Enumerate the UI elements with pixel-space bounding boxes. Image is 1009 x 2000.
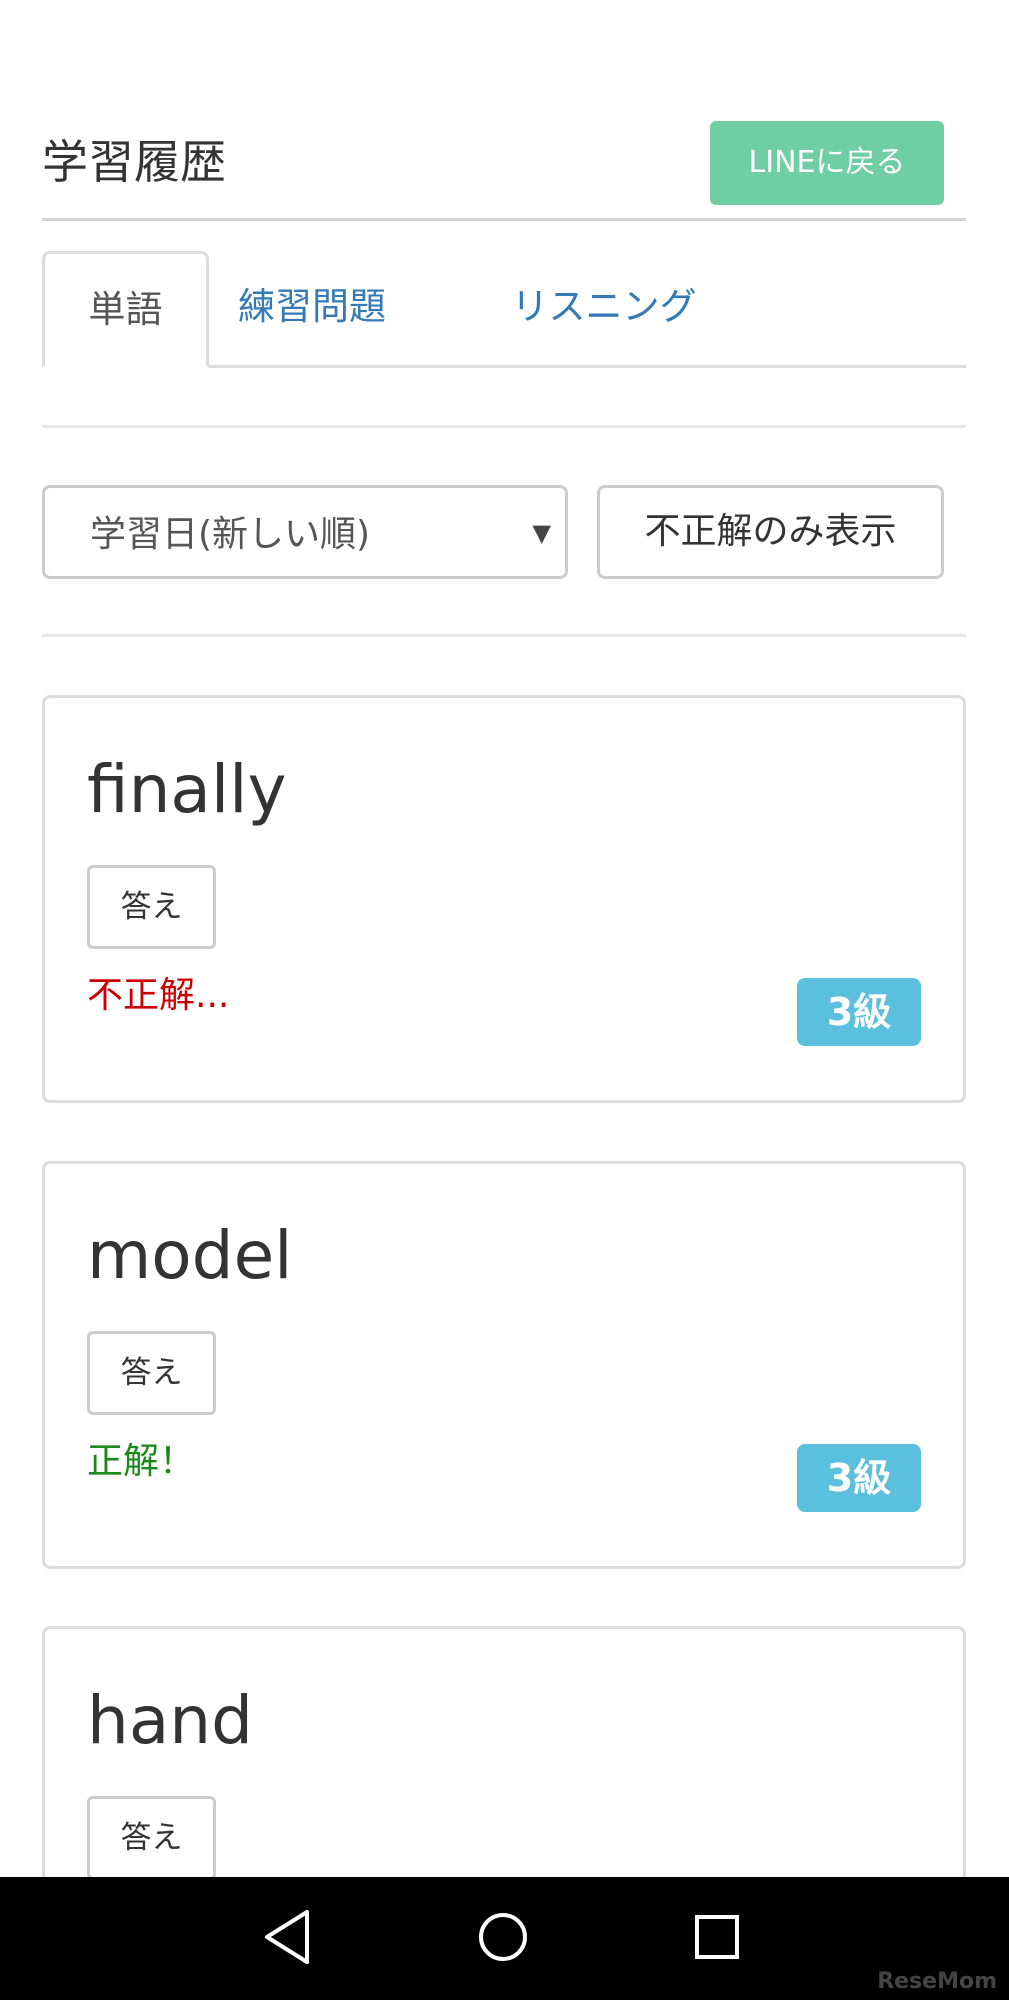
tab-practice[interactable]: 練習問題	[230, 251, 394, 368]
result-text: 正解！	[87, 1441, 196, 1482]
grade-badge: 3級	[797, 978, 921, 1046]
sort-select-value: 学習日(新しい順)	[90, 514, 371, 555]
word-card: model 答え 正解！ 3級	[42, 1161, 966, 1569]
system-nav-bar	[0, 1877, 1009, 2000]
grade-badge: 3級	[797, 1444, 921, 1512]
history-page: 学習履歴 LINEに戻る 単語 練習問題 リスニング 学習日(新しい順) ▼ 不…	[0, 0, 1009, 2000]
back-icon[interactable]	[255, 1902, 325, 1972]
result-text: 不正解...	[87, 975, 230, 1016]
divider	[42, 634, 966, 637]
recent-apps-icon[interactable]	[682, 1902, 752, 1972]
word-text: hand	[87, 1682, 253, 1759]
answer-button[interactable]: 答え	[87, 1331, 216, 1415]
caret-down-icon: ▼	[532, 519, 551, 547]
sort-select[interactable]: 学習日(新しい順) ▼	[42, 485, 568, 579]
page-title: 学習履歴	[42, 135, 226, 189]
home-icon[interactable]	[468, 1902, 538, 1972]
word-card: finally 答え 不正解... 3級	[42, 695, 966, 1103]
answer-button[interactable]: 答え	[87, 1796, 216, 1880]
answer-button[interactable]: 答え	[87, 865, 216, 949]
page-header: 学習履歴 LINEに戻る	[42, 121, 966, 221]
watermark-logo: ReseMom	[877, 1969, 997, 1994]
word-text: finally	[87, 751, 287, 828]
tab-bar: 単語 練習問題 リスニング	[42, 251, 966, 368]
wrong-only-filter-button[interactable]: 不正解のみ表示	[597, 485, 944, 579]
back-to-line-button[interactable]: LINEに戻る	[710, 121, 944, 205]
tab-listening[interactable]: リスニング	[502, 251, 706, 368]
tab-words[interactable]: 単語	[42, 251, 209, 368]
divider	[42, 425, 966, 428]
word-text: model	[87, 1217, 293, 1294]
